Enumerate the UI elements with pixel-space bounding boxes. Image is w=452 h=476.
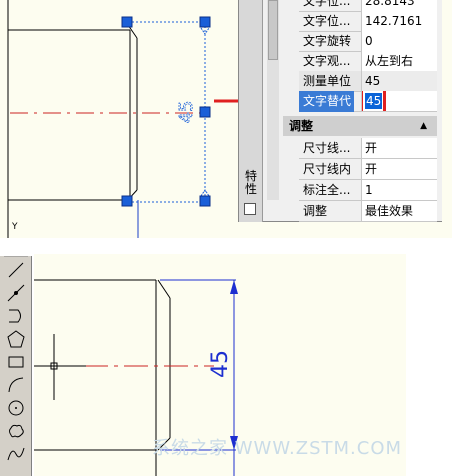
draw-toolbar	[0, 256, 32, 476]
prop-value[interactable]: 开	[361, 159, 437, 179]
line-tool-icon[interactable]	[6, 260, 26, 280]
prop-key: 文字替代	[299, 91, 355, 112]
prop-row[interactable]: 尺寸线... 开	[299, 138, 437, 159]
palette-title: 特性	[244, 169, 257, 196]
prop-row[interactable]: 标注全... 1	[299, 180, 437, 201]
prop-value[interactable]: 0	[361, 31, 437, 51]
prop-key: 文字位...	[303, 14, 351, 28]
palette-menu-icon[interactable]	[244, 203, 256, 215]
polygon-tool-icon[interactable]	[6, 329, 26, 349]
rectangle-tool-icon[interactable]	[6, 352, 26, 372]
collapse-arrow-icon[interactable]: ▲	[420, 116, 427, 136]
prop-value[interactable]: 最佳效果	[361, 201, 437, 221]
dimension-text: 45	[208, 350, 233, 378]
prop-key: 调整	[303, 204, 328, 218]
watermark-text: 系统之家 WWW.ZSTM.COM	[152, 438, 402, 459]
construction-line-tool-icon[interactable]	[6, 283, 26, 303]
prop-row[interactable]: 文字观... 从左到右	[299, 51, 437, 72]
prop-value[interactable]: 从左到右	[361, 51, 437, 71]
text-override-value: 45	[365, 93, 383, 109]
prop-value[interactable]: 142.7161	[361, 11, 437, 31]
circle-tool-icon[interactable]	[6, 398, 26, 418]
palette-titlebar[interactable]: 特性	[239, 0, 263, 222]
svg-text:45: 45	[176, 101, 197, 124]
arc-tool-icon[interactable]	[6, 375, 26, 395]
prop-key: 尺寸线...	[303, 141, 351, 155]
prop-key: 文字观...	[303, 54, 351, 68]
prop-key: 测量单位	[303, 74, 352, 88]
drawing-canvas-bottom[interactable]: 系统之家 WWW.ZSTM.COM 45	[34, 254, 406, 476]
prop-key: 标注全...	[303, 183, 351, 197]
prop-row[interactable]: 调整 最佳效果	[299, 201, 437, 222]
prop-key: 文字旋转	[303, 34, 352, 48]
prop-row[interactable]: 测量单位 45	[299, 71, 437, 92]
text-override-field[interactable]: 45	[361, 91, 437, 111]
prop-value[interactable]: 28.8143	[361, 0, 437, 11]
prop-value[interactable]: 1	[361, 180, 437, 200]
prop-row-text-override[interactable]: 文字替代 45	[299, 91, 437, 112]
prop-key: 尺寸线内	[303, 162, 352, 176]
spline-tool-icon[interactable]	[6, 444, 26, 464]
revision-cloud-tool-icon[interactable]	[6, 421, 26, 441]
prop-row[interactable]: 文字位... 142.7161	[299, 11, 437, 32]
prop-row[interactable]: 尺寸线内 开	[299, 159, 437, 180]
ucs-y-label: Y	[12, 222, 18, 232]
prop-value: 45	[361, 71, 437, 91]
palette-scroll-thumb[interactable]	[268, 0, 278, 60]
prop-value[interactable]: 开	[361, 138, 437, 158]
section-label: 调整	[289, 119, 314, 133]
prop-row[interactable]: 文字旋转 0	[299, 31, 437, 52]
properties-palette[interactable]: 特性 文字位... 28.8143 文字位... 142.7161 文字旋转 0…	[238, 0, 442, 222]
section-header-adjust[interactable]: 调整 ▲	[283, 116, 437, 136]
polyline-tool-icon[interactable]	[6, 306, 26, 326]
